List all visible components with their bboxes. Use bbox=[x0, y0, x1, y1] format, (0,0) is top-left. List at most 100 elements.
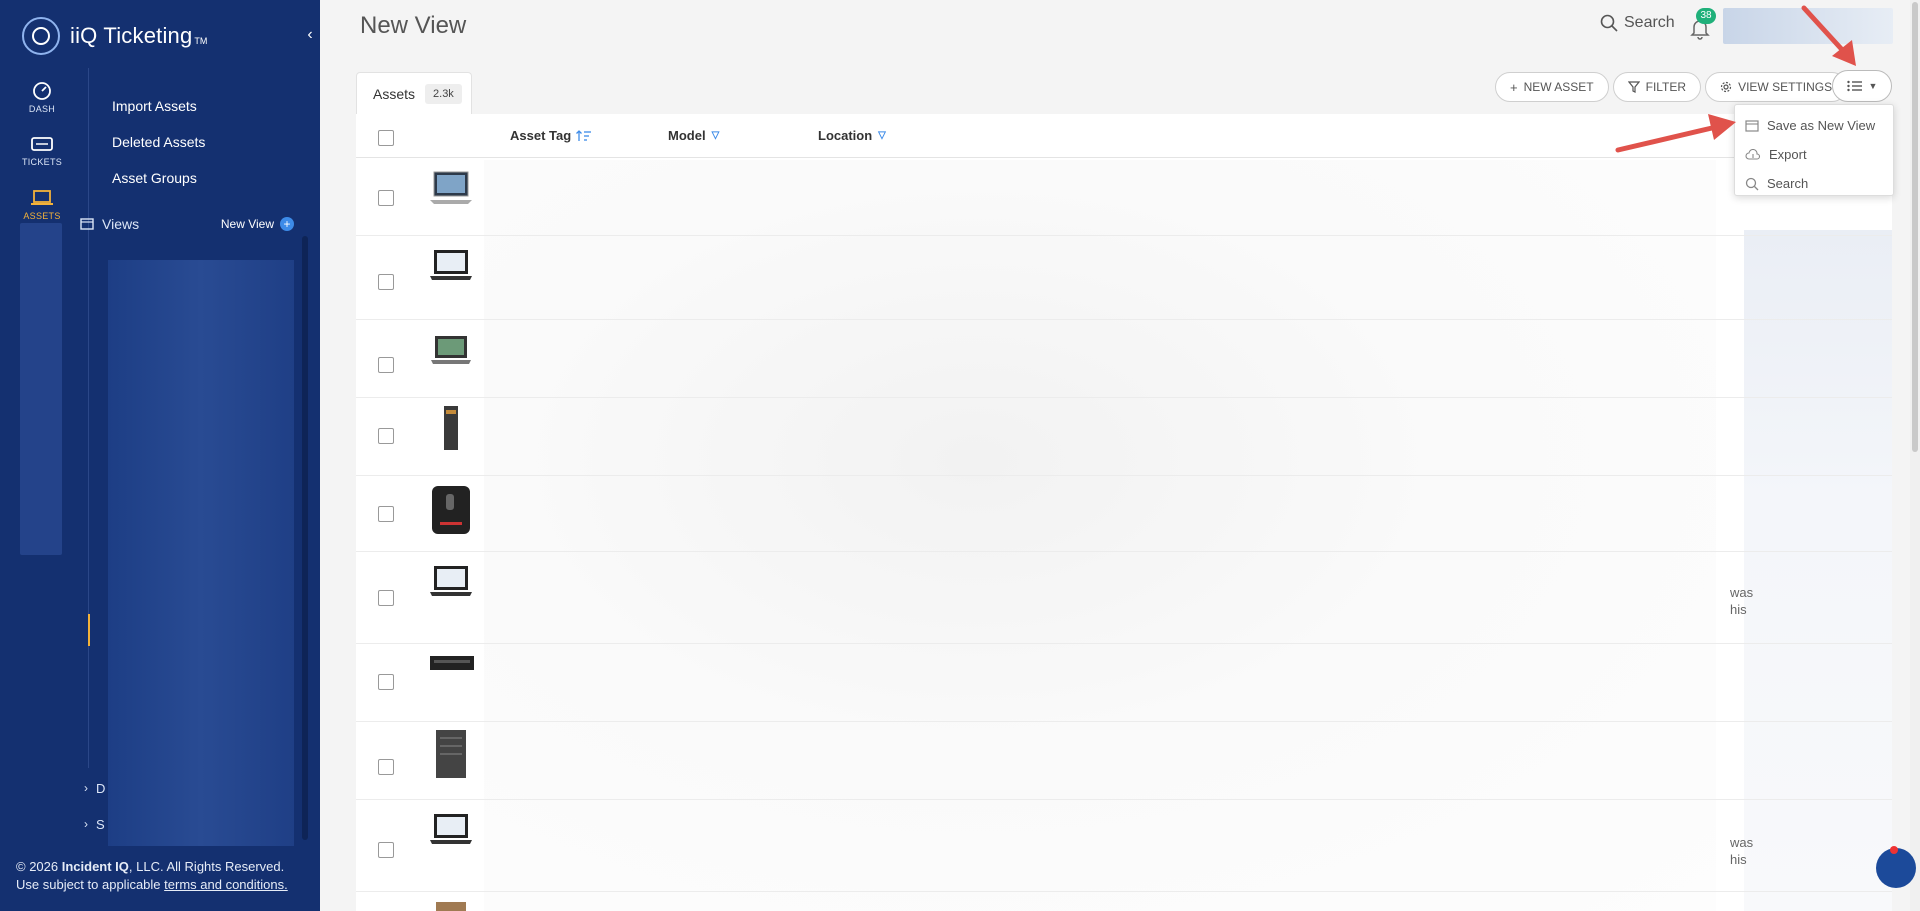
list-icon bbox=[1846, 80, 1862, 92]
laptop-thumbnail-icon bbox=[430, 814, 472, 844]
server-thumbnail-icon bbox=[436, 730, 466, 778]
global-search-button[interactable]: Search bbox=[1600, 14, 1675, 32]
table-row[interactable] bbox=[356, 236, 1892, 320]
device-thumbnail-icon bbox=[436, 902, 466, 911]
column-asset-tag[interactable]: Asset Tag bbox=[510, 128, 592, 143]
new-view-button[interactable]: New View + bbox=[221, 217, 294, 231]
notification-badge: 38 bbox=[1696, 8, 1716, 24]
terms-line: Use subject to applicable terms and cond… bbox=[16, 877, 288, 892]
laptop-thumbnail-icon bbox=[430, 250, 472, 280]
table-row[interactable] bbox=[356, 476, 1892, 552]
row-checkbox[interactable] bbox=[378, 428, 394, 444]
brand-logo-icon bbox=[22, 17, 60, 55]
laptop-thumbnail-icon bbox=[431, 336, 471, 364]
tab-label: Assets bbox=[373, 85, 416, 102]
filter-caret-icon: ▽ bbox=[711, 130, 720, 141]
views-header: Views New View + bbox=[80, 213, 294, 235]
new-view-label: New View bbox=[220, 217, 274, 231]
dashboard-icon bbox=[33, 82, 51, 100]
brand[interactable]: iiQ Ticketing TM bbox=[22, 16, 207, 56]
row-checkbox[interactable] bbox=[378, 506, 394, 522]
annotation-arrow-icon bbox=[1801, 5, 1856, 66]
icon-rail: DASH TICKETS ASSETS bbox=[0, 70, 84, 232]
column-location[interactable]: Location ▽ bbox=[818, 128, 886, 143]
row-checkbox[interactable] bbox=[378, 190, 394, 206]
filter-button[interactable]: FILTER bbox=[1612, 72, 1702, 102]
table-row[interactable] bbox=[356, 320, 1892, 398]
table-row[interactable] bbox=[356, 892, 1892, 911]
menu-item-search[interactable]: Search bbox=[1735, 169, 1893, 198]
rail-label: DASH bbox=[28, 104, 56, 114]
cloud-download-icon bbox=[1745, 148, 1761, 160]
row-checkbox[interactable] bbox=[378, 759, 394, 775]
row-checkbox[interactable] bbox=[378, 590, 394, 606]
caret-down-icon: ▼ bbox=[1868, 81, 1878, 91]
toolbar: + NEW ASSET FILTER VIEW SETTINGS bbox=[1495, 72, 1848, 102]
page-title: New View bbox=[360, 12, 467, 39]
views-list-panel bbox=[108, 260, 294, 846]
terms-link[interactable]: terms and conditions. bbox=[164, 877, 288, 892]
rail-placeholder-block bbox=[20, 223, 62, 555]
table-row[interactable] bbox=[356, 160, 1892, 236]
table-row[interactable] bbox=[356, 398, 1892, 476]
help-chat-button[interactable] bbox=[1876, 848, 1916, 888]
ticket-icon bbox=[31, 137, 53, 151]
sort-ascending-icon bbox=[576, 129, 592, 141]
chevron-right-icon: › bbox=[84, 781, 88, 795]
column-model[interactable]: Model ▽ bbox=[668, 128, 719, 143]
truncated-cell-text: was his bbox=[1730, 835, 1754, 867]
tab-assets[interactable]: Assets 2.3k bbox=[356, 72, 472, 114]
table-row[interactable] bbox=[356, 644, 1892, 722]
rail-label: ASSETS bbox=[23, 211, 61, 221]
collapsed-section-s[interactable]: › S bbox=[84, 814, 105, 834]
company-name: Incident IQ bbox=[61, 859, 129, 874]
rail-active-accent bbox=[88, 614, 90, 646]
chevron-right-icon: › bbox=[84, 817, 88, 831]
copyright-line: © 2026 Incident IQ, LLC. All Rights Rese… bbox=[16, 859, 285, 874]
view-actions-menu-button[interactable]: ▼ bbox=[1832, 70, 1892, 102]
rail-divider bbox=[88, 68, 89, 768]
brand-tm: TM bbox=[194, 36, 208, 46]
laptop-icon bbox=[31, 190, 53, 205]
save-view-icon bbox=[1745, 119, 1759, 132]
subnav-asset-groups[interactable]: Asset Groups bbox=[112, 160, 205, 196]
laptop-thumbnail-icon bbox=[430, 171, 472, 204]
brand-name: iiQ Ticketing bbox=[70, 23, 193, 48]
plus-icon: + bbox=[280, 217, 294, 231]
views-label: Views bbox=[102, 216, 140, 232]
table-row[interactable]: was his bbox=[356, 552, 1892, 644]
view-settings-button[interactable]: VIEW SETTINGS bbox=[1705, 72, 1848, 102]
search-icon bbox=[1745, 177, 1759, 190]
row-checkbox[interactable] bbox=[378, 274, 394, 290]
filter-caret-icon: ▽ bbox=[878, 130, 886, 141]
new-asset-button[interactable]: + NEW ASSET bbox=[1495, 72, 1609, 102]
rail-item-tickets[interactable]: TICKETS bbox=[0, 124, 84, 178]
views-icon bbox=[80, 218, 94, 230]
tab-count-badge: 2.3k bbox=[425, 83, 462, 104]
collapsed-label: S bbox=[96, 816, 105, 832]
subnav-deleted-assets[interactable]: Deleted Assets bbox=[112, 124, 205, 160]
search-icon bbox=[1600, 14, 1618, 32]
truncated-cell-text: was his bbox=[1730, 585, 1754, 617]
menu-item-save-as-new-view[interactable]: Save as New View bbox=[1735, 111, 1893, 140]
views-scrollbar[interactable] bbox=[302, 236, 308, 840]
rail-item-dash[interactable]: DASH bbox=[0, 70, 84, 124]
collapsed-section-d[interactable]: › D bbox=[84, 778, 105, 798]
help-notification-dot bbox=[1890, 846, 1898, 854]
assets-table: Asset Tag Model ▽ Location ▽ was his was… bbox=[356, 114, 1892, 911]
row-checkbox[interactable] bbox=[378, 674, 394, 690]
page-scrollbar[interactable] bbox=[1910, 0, 1920, 911]
select-all-checkbox[interactable] bbox=[378, 130, 394, 146]
speaker-thumbnail-icon bbox=[432, 486, 470, 534]
collapse-sidebar-chevron-icon[interactable]: ‹ bbox=[302, 24, 318, 46]
row-checkbox[interactable] bbox=[378, 357, 394, 373]
sidebar: iiQ Ticketing TM ‹ DASH TICKETS ASSETS I… bbox=[0, 0, 320, 911]
subnav-import-assets[interactable]: Import Assets bbox=[112, 88, 205, 124]
menu-item-export[interactable]: Export bbox=[1735, 140, 1893, 169]
search-label: Search bbox=[1624, 14, 1675, 31]
rail-label: TICKETS bbox=[21, 157, 63, 167]
page-scrollbar-thumb[interactable] bbox=[1912, 2, 1918, 452]
table-row[interactable]: was his bbox=[356, 800, 1892, 892]
row-checkbox[interactable] bbox=[378, 842, 394, 858]
table-row[interactable] bbox=[356, 722, 1892, 800]
